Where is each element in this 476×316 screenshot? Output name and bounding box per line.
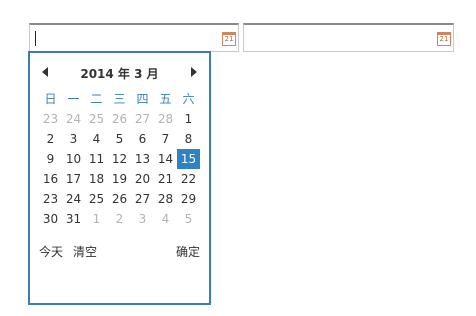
day-cell[interactable]: 6 <box>131 129 154 149</box>
day-cell[interactable]: 26 <box>108 189 131 209</box>
weekday-row: 日 一 二 三 四 五 六 <box>39 89 201 109</box>
week-row: 16 17 18 19 20 21 22 <box>39 169 201 189</box>
weekday-label: 六 <box>182 92 195 106</box>
day-cell[interactable]: 29 <box>177 189 200 209</box>
calendar-grid: 日 一 二 三 四 五 六 23 24 25 26 27 28 1 2 3 4 5 6 7 8 9 10 11 1… <box>39 89 201 229</box>
week-row: 9 10 11 12 13 14 15 <box>39 149 201 169</box>
day-cell[interactable]: 24 <box>62 189 85 209</box>
day-cell[interactable]: 1 <box>177 109 200 129</box>
day-cell[interactable]: 19 <box>108 169 131 189</box>
weekday-label: 一 <box>67 92 80 106</box>
day-cell[interactable]: 8 <box>177 129 200 149</box>
day-cell[interactable]: 5 <box>108 129 131 149</box>
day-cell[interactable]: 14 <box>154 149 177 169</box>
day-cell[interactable]: 24 <box>62 109 85 129</box>
day-cell[interactable]: 23 <box>39 109 62 129</box>
date-input-start[interactable]: 21 <box>29 23 239 52</box>
day-cell[interactable]: 17 <box>62 169 85 189</box>
day-cell[interactable]: 2 <box>108 209 131 229</box>
clear-button[interactable]: 清空 <box>73 243 97 260</box>
day-cell[interactable]: 23 <box>39 189 62 209</box>
day-cell[interactable]: 9 <box>39 149 62 169</box>
text-caret <box>35 31 36 46</box>
week-row: 30 31 1 2 3 4 5 <box>39 209 201 229</box>
day-cell[interactable]: 30 <box>39 209 62 229</box>
day-cell[interactable]: 11 <box>85 149 108 169</box>
calendar-icon[interactable]: 21 <box>222 32 236 46</box>
day-cell[interactable]: 31 <box>62 209 85 229</box>
day-cell[interactable]: 2 <box>39 129 62 149</box>
day-cell[interactable]: 22 <box>177 169 200 189</box>
weekday-label: 五 <box>159 92 172 106</box>
day-cell[interactable]: 27 <box>131 109 154 129</box>
weekday-label: 二 <box>90 92 103 106</box>
day-cell[interactable]: 20 <box>131 169 154 189</box>
month-title: 2014 年 3 月 <box>80 67 159 81</box>
day-cell[interactable]: 3 <box>131 209 154 229</box>
calendar-icon[interactable]: 21 <box>437 32 451 46</box>
week-row: 23 24 25 26 27 28 1 <box>39 109 201 129</box>
day-cell[interactable]: 28 <box>154 109 177 129</box>
day-cell[interactable]: 13 <box>131 149 154 169</box>
day-cell[interactable]: 3 <box>62 129 85 149</box>
day-cell[interactable]: 16 <box>39 169 62 189</box>
date-picker-popup: 2014 年 3 月 日 一 二 三 四 五 六 23 24 25 26 27 28 1 2 3… <box>28 51 211 305</box>
week-row: 23 24 25 26 27 28 29 <box>39 189 201 209</box>
next-month-icon[interactable] <box>191 67 197 77</box>
day-cell[interactable]: 1 <box>85 209 108 229</box>
date-input-end[interactable]: 21 <box>243 23 454 52</box>
day-cell[interactable]: 18 <box>85 169 108 189</box>
weekday-label: 日 <box>44 92 57 106</box>
day-cell[interactable]: 25 <box>85 109 108 129</box>
calendar-header: 2014 年 3 月 <box>30 63 209 83</box>
day-cell[interactable]: 4 <box>85 129 108 149</box>
weekday-label: 四 <box>136 92 149 106</box>
day-cell[interactable]: 28 <box>154 189 177 209</box>
day-cell[interactable]: 25 <box>85 189 108 209</box>
day-cell[interactable]: 5 <box>177 209 200 229</box>
day-cell[interactable]: 26 <box>108 109 131 129</box>
week-row: 2345678 <box>39 129 201 149</box>
confirm-button[interactable]: 确定 <box>176 243 200 260</box>
day-cell[interactable]: 21 <box>154 169 177 189</box>
day-cell[interactable]: 12 <box>108 149 131 169</box>
day-cell[interactable]: 4 <box>154 209 177 229</box>
today-button[interactable]: 今天 <box>39 243 63 260</box>
weekday-label: 三 <box>113 92 126 106</box>
day-cell[interactable]: 27 <box>131 189 154 209</box>
day-cell[interactable]: 7 <box>154 129 177 149</box>
day-cell[interactable]: 10 <box>62 149 85 169</box>
day-cell-selected[interactable]: 15 <box>177 149 200 169</box>
